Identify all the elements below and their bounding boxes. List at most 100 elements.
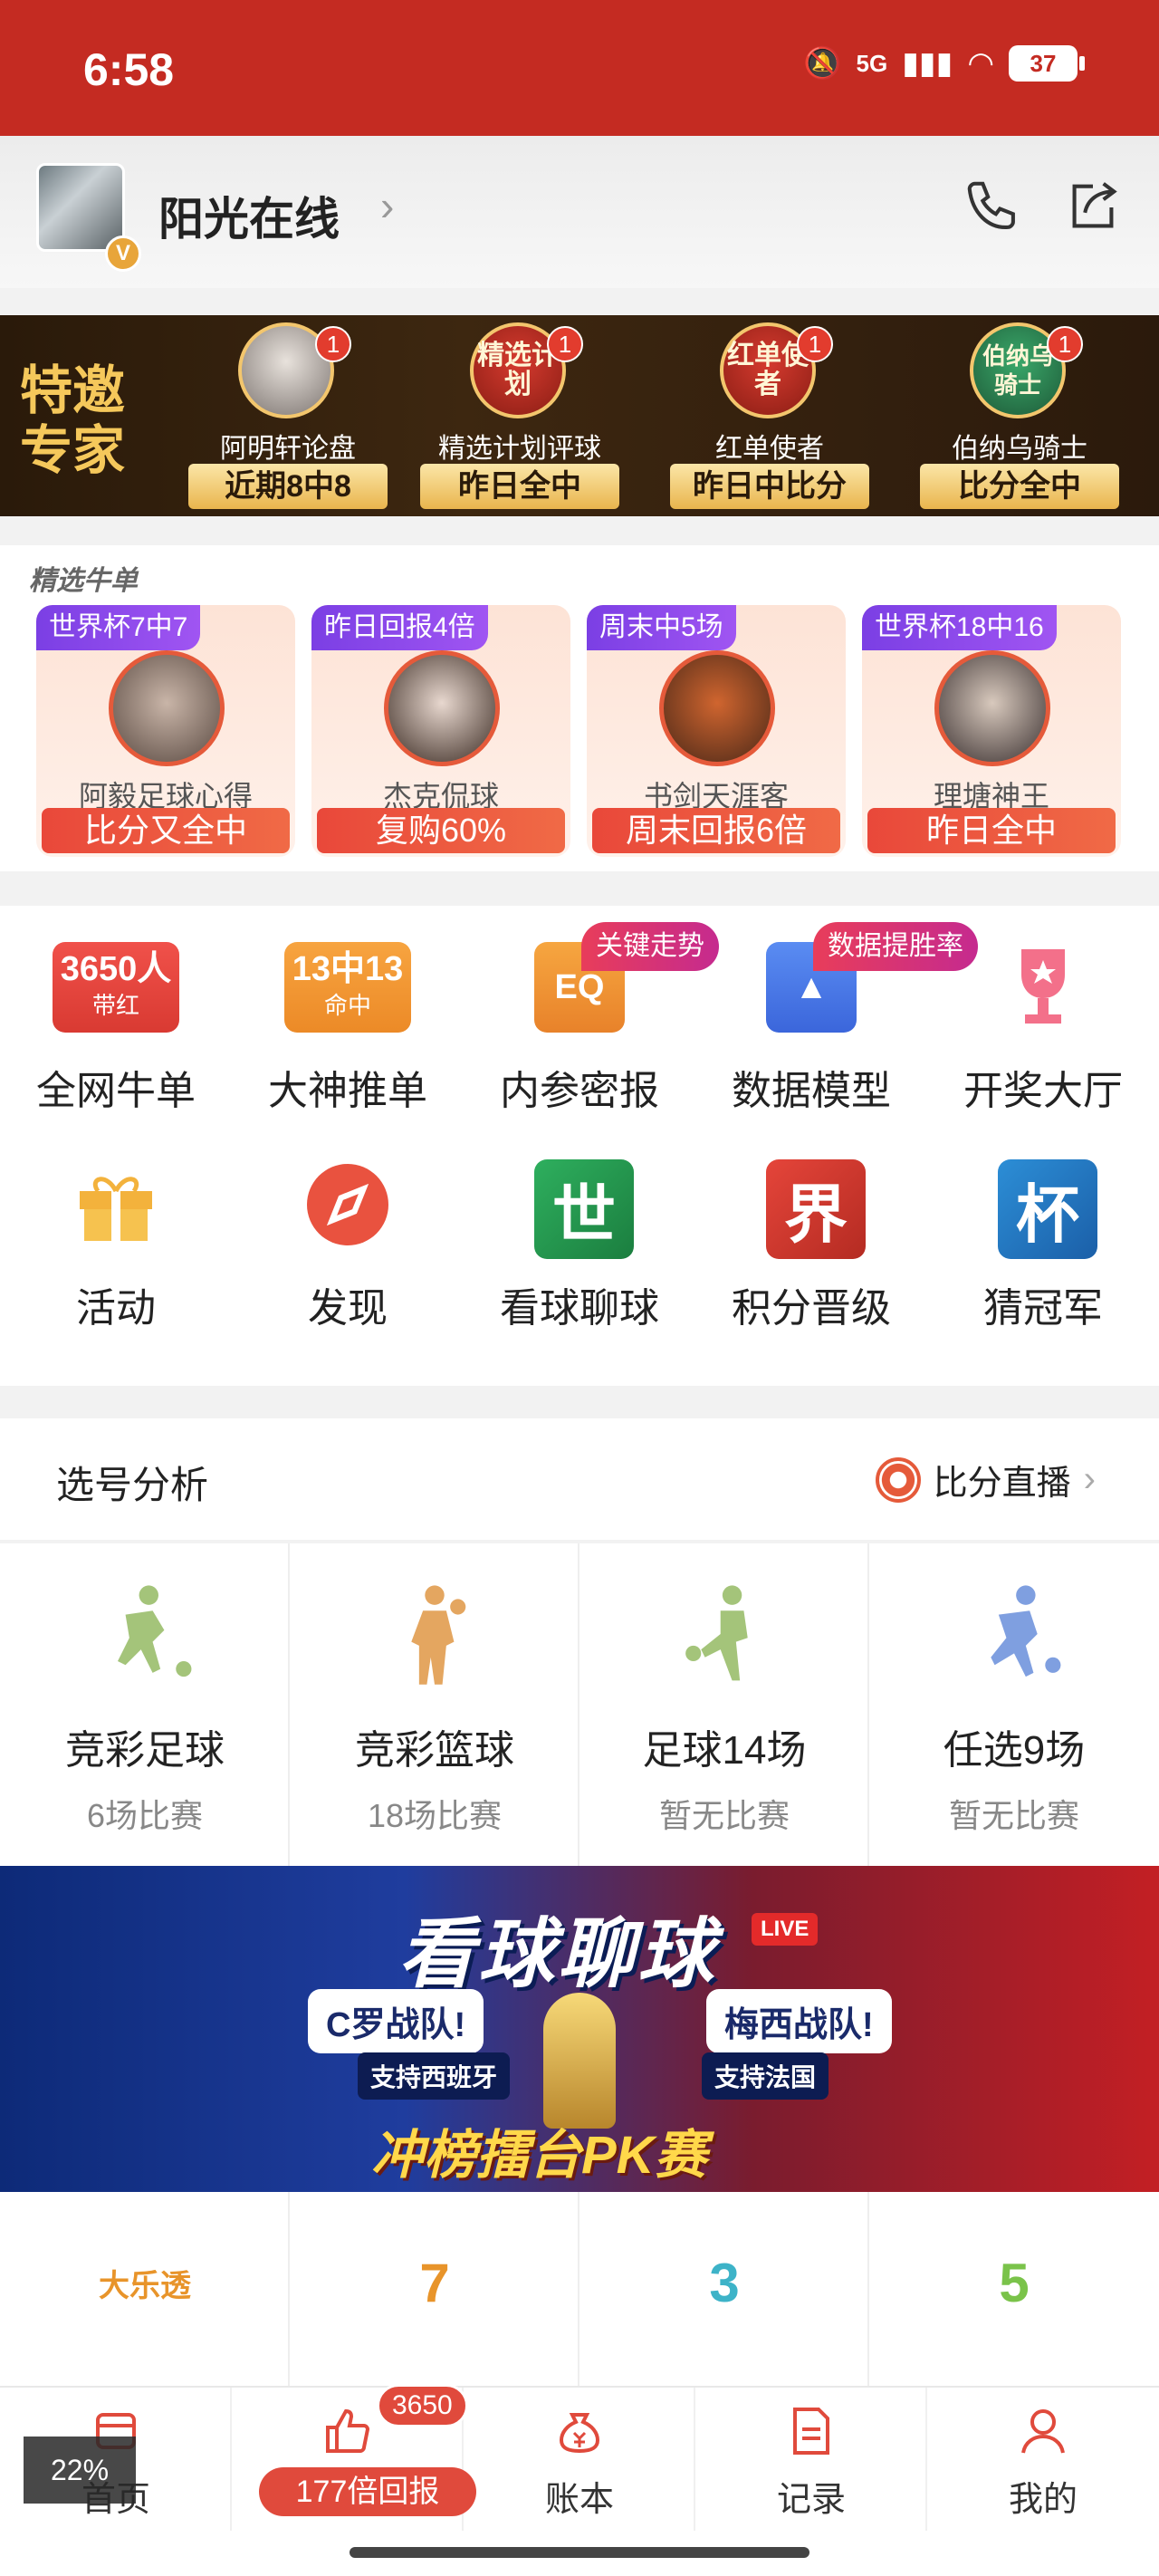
expert-name: 阿明轩论盘 — [220, 434, 356, 464]
expert-card[interactable]: 1 阿明轩论盘 近期8中8 — [188, 322, 388, 513]
menu-item-draw-hall[interactable]: 开奖大厅 — [927, 906, 1159, 1123]
signal-icon: ▮▮▮ — [902, 46, 953, 81]
thumbs-up-icon — [326, 2408, 370, 2453]
hit-rate-line2: 命中 — [323, 992, 371, 1019]
sport-any-nine[interactable]: 任选9场 暂无比赛 — [869, 1543, 1159, 1866]
status-icons: 🔕 5G ▮▮▮ ◠ 37 — [803, 45, 1085, 82]
share-icon[interactable] — [1061, 176, 1125, 239]
live-badge: LIVE — [752, 1913, 819, 1946]
menu-item-insider-report[interactable]: EQ 关键走势 内参密报 — [464, 906, 719, 1123]
sport-basketball[interactable]: 竞彩篮球 18场比赛 — [290, 1543, 580, 1866]
hit-rate-line1: 13中13 — [292, 950, 404, 988]
feature-menu: 3650人 带红 全网牛单 13中13 命中 大神推单 EQ 关键走势 内参密报… — [0, 906, 1159, 1386]
bottom-tab-bar: 首页 3650 177倍回报 账本 记录 我的 — [0, 2384, 1159, 2533]
network-label: 5G — [856, 49, 888, 77]
lottery-item[interactable]: 7 — [290, 2192, 580, 2391]
status-bar: 6:58 🔕 5G ▮▮▮ ◠ 37 — [0, 0, 1159, 136]
lottery-logo: 大乐透 — [99, 2268, 191, 2303]
phone-icon[interactable] — [962, 176, 1025, 239]
featured-tag: 昨日回报4倍 — [311, 605, 488, 650]
menu-label: 积分晋级 — [732, 1286, 891, 1331]
featured-card[interactable]: 世界杯18中16 理塘神王 昨日全中 — [862, 605, 1121, 857]
chevron-right-icon[interactable]: › — [380, 181, 394, 230]
menu-item-watch-chat[interactable]: 世 看球聊球 — [464, 1123, 695, 1341]
featured-card[interactable]: 昨日回报4倍 杰克侃球 复购60% — [311, 605, 570, 857]
featured-tag: 世界杯18中16 — [862, 605, 1057, 650]
menu-item-discover[interactable]: 发现 — [232, 1123, 464, 1341]
experts-banner: 特邀专家 1 阿明轩论盘 近期8中8 精选计划 1 精选计划评球 昨日全中 红单… — [0, 315, 1159, 516]
featured-card[interactable]: 世界杯7中7 阿毅足球心得 比分又全中 — [36, 605, 295, 857]
expert-record: 昨日全中 — [420, 464, 619, 509]
avatar — [659, 650, 775, 766]
promo-banner[interactable]: 看球聊球 LIVE C罗战队! 支持西班牙 梅西战队! 支持法国 冲榜擂台PK赛 — [0, 1866, 1159, 2192]
tab-label: 177倍回报 — [259, 2467, 476, 2516]
sport-count: 18场比赛 — [367, 1797, 503, 1834]
expert-card[interactable]: 精选计划 1 精选计划评球 昨日全中 — [420, 322, 619, 513]
menu-label: 发现 — [308, 1286, 388, 1331]
menu-item-data-model[interactable]: ▲ 数据提胜率 数据模型 — [695, 906, 978, 1123]
expert-count-badge: 1 — [315, 326, 351, 362]
expert-card[interactable]: 伯纳乌骑士 1 伯纳乌骑士 比分全中 — [920, 322, 1119, 513]
right-team-bubble: 梅西战队! — [706, 1989, 892, 2053]
sport-count: 6场比赛 — [86, 1797, 204, 1834]
picks-icon-line2: 带红 — [91, 992, 139, 1019]
menu-item-guess-champion[interactable]: 杯 猜冠军 — [927, 1123, 1159, 1341]
tab-ledger[interactable]: 账本 — [464, 2388, 695, 2533]
profile-name[interactable]: 阳光在线 — [158, 183, 340, 248]
sport-football-14[interactable]: 足球14场 暂无比赛 — [580, 1543, 869, 1866]
menu-item-activity[interactable]: 活动 — [0, 1123, 232, 1341]
tab-return[interactable]: 3650 177倍回报 — [232, 2384, 476, 2533]
expert-name: 红单使者 — [715, 434, 824, 464]
football-icon — [875, 1456, 921, 1503]
lottery-item[interactable]: 大乐透 — [0, 2192, 290, 2391]
selection-header: 选号分析 比分直播 › — [0, 1418, 1159, 1540]
menu-label: 猜冠军 — [983, 1286, 1103, 1331]
cup-icon: 杯 — [998, 1159, 1097, 1259]
expert-record: 昨日中比分 — [670, 464, 869, 509]
world-icon: 世 — [534, 1159, 634, 1259]
sport-name: 足球14场 — [642, 1728, 807, 1773]
kick-player-icon — [685, 1585, 748, 1681]
featured-tag: 世界杯7中7 — [36, 605, 201, 650]
tab-records[interactable]: 记录 — [695, 2388, 927, 2533]
menu-label: 开奖大厅 — [963, 1069, 1123, 1113]
featured-result: 复购60% — [317, 808, 565, 853]
sport-football[interactable]: 竞彩足球 6场比赛 — [0, 1543, 290, 1866]
verified-badge: V — [105, 235, 141, 272]
avatar — [934, 650, 1050, 766]
hit-rate-icon: 13中13 命中 — [284, 942, 411, 1033]
featured-section: 精选牛单 世界杯7中7 阿毅足球心得 比分又全中 昨日回报4倍 杰克侃球 复购6… — [0, 545, 1159, 871]
runner-player-icon — [991, 1585, 1061, 1677]
menu-item-all-picks[interactable]: 3650人 带红 全网牛单 — [0, 906, 232, 1123]
tab-label: 记录 — [776, 2481, 846, 2519]
lottery-item[interactable]: 5 — [869, 2192, 1159, 2391]
football-player-icon — [118, 1585, 192, 1677]
lottery-item[interactable]: 3 — [580, 2192, 869, 2391]
featured-result: 比分又全中 — [42, 808, 290, 853]
menu-item-points-level[interactable]: 界 积分晋级 — [695, 1123, 927, 1341]
expert-name: 伯纳乌骑士 — [952, 434, 1087, 464]
picks-icon: 3650人 带红 — [53, 942, 179, 1033]
avatar — [109, 650, 225, 766]
tab-mine[interactable]: 我的 — [927, 2388, 1159, 2533]
expert-count-badge: 1 — [547, 326, 583, 362]
section-title: 选号分析 — [56, 1464, 209, 1506]
expert-card[interactable]: 红单使者 1 红单使者 昨日中比分 — [670, 322, 869, 513]
tab-label: 我的 — [1008, 2481, 1078, 2519]
menu-label: 内参密报 — [500, 1069, 659, 1113]
zoom-indicator: 22% — [24, 2437, 136, 2504]
menu-item-master-picks[interactable]: 13中13 命中 大神推单 — [232, 906, 464, 1123]
featured-tag: 周末中5场 — [587, 605, 736, 650]
expert-record: 近期8中8 — [188, 464, 388, 509]
home-indicator[interactable] — [350, 2547, 809, 2558]
left-team-bubble: C罗战队! — [308, 1989, 484, 2053]
lottery-logo: 3 — [709, 2252, 740, 2313]
basketball-player-icon — [411, 1585, 466, 1685]
profile-header: V 阳光在线 › — [0, 136, 1159, 288]
realm-icon: 界 — [766, 1159, 866, 1259]
featured-card[interactable]: 周末中5场 书剑天涯客 周末回报6倍 — [587, 605, 846, 857]
sport-name: 竞彩足球 — [65, 1728, 225, 1773]
live-score-link[interactable]: 比分直播 › — [875, 1455, 1096, 1504]
banner-bottom-text: 冲榜擂台PK赛 — [371, 2126, 707, 2185]
gift-icon — [71, 1159, 161, 1250]
